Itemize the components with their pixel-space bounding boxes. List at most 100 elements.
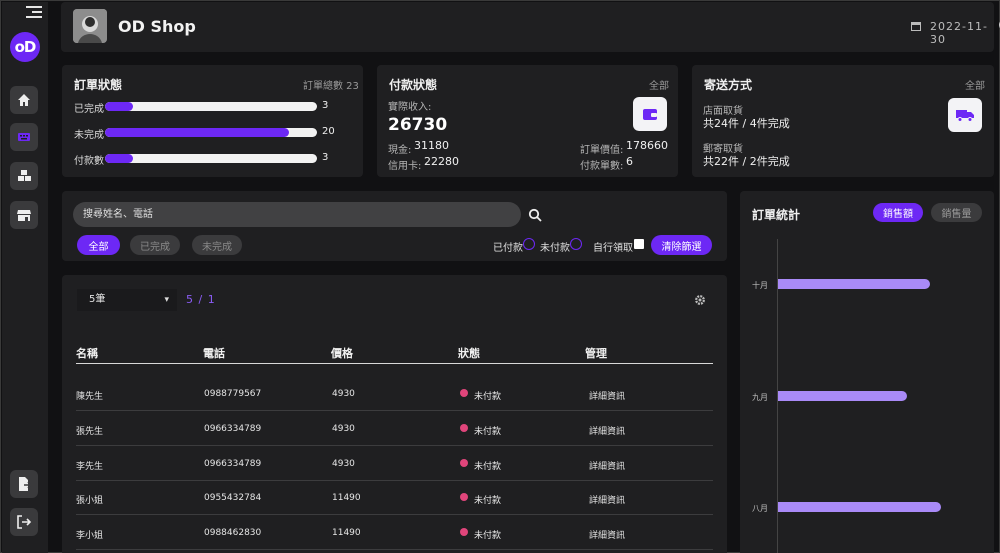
truck-icon	[948, 98, 982, 132]
filter-completed-pill[interactable]: 已完成	[130, 235, 180, 255]
clear-filter-button[interactable]: 清除篩選	[651, 235, 712, 255]
pagination-info: 5 / 1	[186, 293, 216, 306]
cell-phone: 0966334789	[204, 424, 262, 434]
keyboard-icon	[18, 133, 30, 141]
payment-filter[interactable]: 全部	[649, 77, 669, 92]
calendar-icon	[911, 22, 921, 31]
category-label: 九月	[752, 393, 768, 402]
details-link[interactable]: 詳細資訊	[589, 528, 625, 541]
details-link[interactable]: 詳細資訊	[589, 424, 625, 437]
order-status-row: 未完成 20	[74, 126, 354, 141]
paid-count-label: 付款單數:	[580, 161, 624, 172]
sidebar: oD	[2, 2, 48, 553]
details-link[interactable]: 詳細資訊	[589, 493, 625, 506]
details-link[interactable]: 詳細資訊	[589, 459, 625, 472]
bar-value: 3	[322, 152, 329, 163]
cell-price: 4930	[332, 424, 355, 434]
table-row: 李先生 0966334789 4930 未付款 詳細資訊	[76, 446, 713, 481]
shipping-filter[interactable]: 全部	[965, 77, 985, 92]
status-dot	[460, 528, 468, 536]
column-header-name: 名稱	[76, 347, 98, 360]
cell-status: 未付款	[474, 392, 502, 402]
column-header-price: 價格	[331, 347, 353, 360]
search-icon[interactable]	[528, 208, 542, 222]
paid-count-value: 6	[626, 155, 633, 168]
sidebar-item-store[interactable]	[10, 201, 38, 229]
toggle-sales-amount[interactable]: 銷售額	[873, 203, 923, 222]
logo[interactable]: oD	[10, 32, 40, 62]
chevron-down-icon: ▾	[164, 295, 169, 305]
payment-status-title: 付款狀態	[389, 78, 438, 92]
column-header-phone: 電話	[203, 347, 225, 360]
cell-price: 11490	[332, 493, 361, 503]
sidebar-item-keyboard[interactable]	[10, 123, 38, 151]
order-status-title: 訂單狀態	[74, 78, 123, 92]
bar-value: 20	[322, 126, 335, 137]
income-value: 26730	[388, 115, 448, 135]
income-label: 實際收入:	[388, 102, 432, 113]
cell-name: 張先生	[76, 427, 104, 437]
file-export-icon	[19, 477, 32, 491]
cell-name: 李先生	[76, 462, 104, 472]
menu-icon[interactable]	[26, 6, 42, 20]
sidebar-item-home[interactable]	[10, 86, 38, 114]
search-panel: 搜尋姓名、電話 全部 已完成 未完成 已付款 未付款 自行領取 清除篩選	[62, 191, 727, 261]
order-total-label: 訂單總數 23	[303, 81, 359, 92]
table-row: 陳先生 0988779567 4930 未付款 詳細資訊	[76, 376, 713, 411]
progress-track	[105, 128, 317, 137]
chart-bar	[778, 391, 907, 401]
details-link[interactable]: 詳細資訊	[589, 389, 625, 402]
status-dot	[460, 459, 468, 467]
table-row: 張小姐 0955432784 11490 未付款 詳細資訊	[76, 480, 713, 515]
self-pickup-checkbox[interactable]	[634, 239, 644, 249]
progress-fill	[105, 102, 133, 111]
table-row: 張先生 0966334789 4930 未付款 詳細資訊	[76, 411, 713, 446]
shipping-title: 寄送方式	[704, 78, 753, 92]
cell-status: 未付款	[474, 496, 502, 506]
paid-filter-label: 已付款	[493, 243, 523, 254]
sidebar-item-boxes[interactable]	[10, 162, 38, 190]
search-input[interactable]: 搜尋姓名、電話	[73, 202, 521, 227]
table-row: 李小姐 0988462830 11490 未付款 詳細資訊	[76, 515, 713, 550]
unpaid-filter-label: 未付款	[540, 243, 570, 254]
stats-title: 訂單統計	[752, 208, 801, 222]
filter-incomplete-pill[interactable]: 未完成	[192, 235, 242, 255]
progress-fill	[105, 128, 290, 137]
current-date: 2022-11-30	[930, 20, 988, 46]
store-pickup-value: 共24件 / 4件完成	[703, 117, 790, 130]
card-value: 22280	[424, 155, 459, 168]
sidebar-item-export[interactable]	[10, 470, 38, 498]
page-size-select[interactable]: 5筆 ▾	[77, 289, 177, 311]
progress-fill	[105, 154, 133, 163]
column-header-status: 狀態	[458, 347, 480, 360]
avatar[interactable]	[73, 9, 107, 43]
cell-status: 未付款	[474, 462, 502, 472]
order-status-row: 付款數 3	[74, 152, 354, 167]
home-icon	[18, 94, 30, 106]
status-dot	[460, 424, 468, 432]
filter-all-pill[interactable]: 全部	[77, 235, 120, 255]
toggle-sales-volume[interactable]: 銷售量	[931, 203, 982, 222]
order-status-row: 已完成 3	[74, 100, 354, 115]
app-frame: oD OD Shop 2022-11-30 訂單狀態 訂單總數 23 已完成 3…	[0, 0, 1000, 553]
cell-price: 4930	[332, 389, 355, 399]
sidebar-item-logout[interactable]	[10, 508, 38, 536]
wallet-icon	[633, 97, 667, 131]
paid-radio[interactable]	[523, 238, 535, 250]
cash-value: 31180	[414, 139, 449, 152]
payment-status-card: 付款狀態 全部 實際收入: 26730 現金: 31180 信用卡: 22280…	[377, 65, 678, 177]
unpaid-radio[interactable]	[570, 238, 582, 250]
order-price-value: 178660	[626, 139, 668, 152]
page-size-value: 5筆	[89, 294, 106, 305]
cell-phone: 0955432784	[204, 493, 262, 503]
boxes-icon	[18, 170, 31, 181]
gear-icon[interactable]	[694, 294, 706, 306]
category-label: 八月	[752, 504, 768, 513]
status-dot	[460, 389, 468, 397]
self-pickup-label: 自行領取	[593, 243, 633, 254]
cell-phone: 0966334789	[204, 459, 262, 469]
post-pickup-value: 共22件 / 2件完成	[703, 155, 790, 168]
cell-name: 李小姐	[76, 531, 104, 541]
cell-price: 11490	[332, 528, 361, 538]
progress-track	[105, 154, 317, 163]
